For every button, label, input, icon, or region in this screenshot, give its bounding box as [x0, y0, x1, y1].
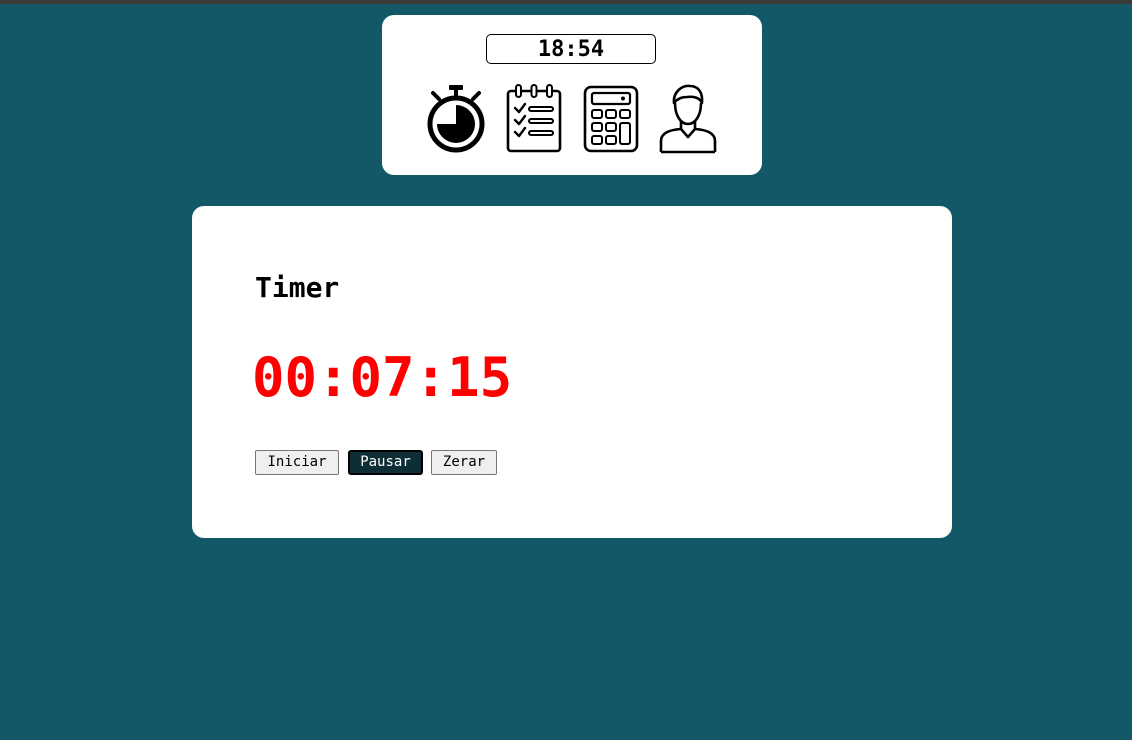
stopwatch-icon[interactable]	[424, 83, 488, 155]
start-button[interactable]: Iniciar	[255, 450, 339, 475]
timer-title: Timer	[255, 271, 340, 304]
calculator-icon[interactable]	[579, 83, 643, 155]
browser-top-strip	[0, 0, 1132, 4]
checklist-icon[interactable]	[502, 83, 566, 155]
app-nav-card: 18:54	[382, 15, 762, 175]
user-icon[interactable]	[656, 83, 720, 155]
timer-card: Timer 00:07:15 Iniciar Pausar Zerar	[192, 206, 952, 538]
pause-button[interactable]: Pausar	[348, 450, 423, 475]
timer-display: 00:07:15	[252, 346, 513, 409]
reset-button[interactable]: Zerar	[431, 450, 497, 475]
current-time-clock: 18:54	[486, 34, 656, 64]
